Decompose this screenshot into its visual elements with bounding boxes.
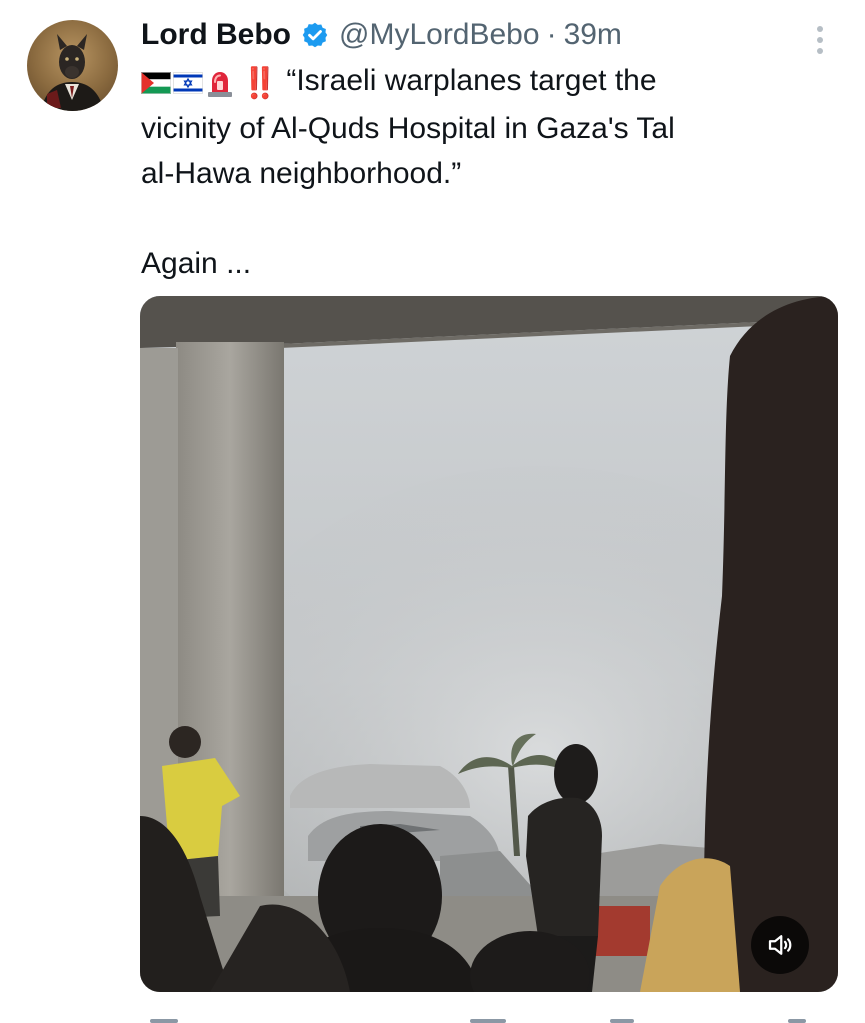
verified-badge-icon (301, 21, 329, 49)
more-dot-icon (817, 26, 823, 32)
avatar-portrait-icon (41, 34, 104, 111)
tweet-header: Lord Bebo @MyLordBebo · 39m (141, 12, 622, 58)
palestine-flag-icon (141, 72, 171, 94)
views-icon[interactable] (610, 1019, 634, 1023)
more-dot-icon (817, 48, 823, 54)
police-light-icon (205, 68, 235, 98)
more-dot-icon (817, 37, 823, 43)
video-player[interactable] (140, 296, 838, 992)
tweet-text-part-1: “Israeli warplanes target the (286, 64, 657, 97)
like-icon[interactable] (470, 1019, 506, 1023)
exclamation-emoji: ‼️ (241, 66, 278, 100)
tweet-text-line-1: ‼️ “Israeli warplanes target the (141, 58, 831, 106)
emoji-row: ‼️ (141, 61, 278, 106)
israel-flag-icon (173, 72, 203, 94)
display-name[interactable]: Lord Bebo (141, 12, 291, 58)
avatar[interactable] (27, 20, 118, 111)
tweet-text-line-3: al-Hawa neighborhood.” (141, 156, 462, 190)
timestamp[interactable]: 39m (564, 12, 622, 58)
tweet-text: ‼️ “Israeli warplanes target the vicinit… (141, 58, 831, 286)
volume-muted-icon (768, 935, 792, 955)
tweet-text-line-4: Again ... (141, 246, 252, 280)
reply-icon[interactable] (150, 1019, 178, 1023)
action-bar (140, 1012, 840, 1023)
share-icon[interactable] (788, 1019, 806, 1023)
more-options-button[interactable] (806, 20, 834, 60)
volume-toggle-button[interactable] (751, 916, 809, 974)
video-frame (140, 296, 838, 992)
tweet-text-line-2: vicinity of Al-Quds Hospital in Gaza's T… (141, 111, 675, 145)
handle[interactable]: @MyLordBebo (339, 12, 540, 58)
separator-dot: · (546, 18, 557, 51)
